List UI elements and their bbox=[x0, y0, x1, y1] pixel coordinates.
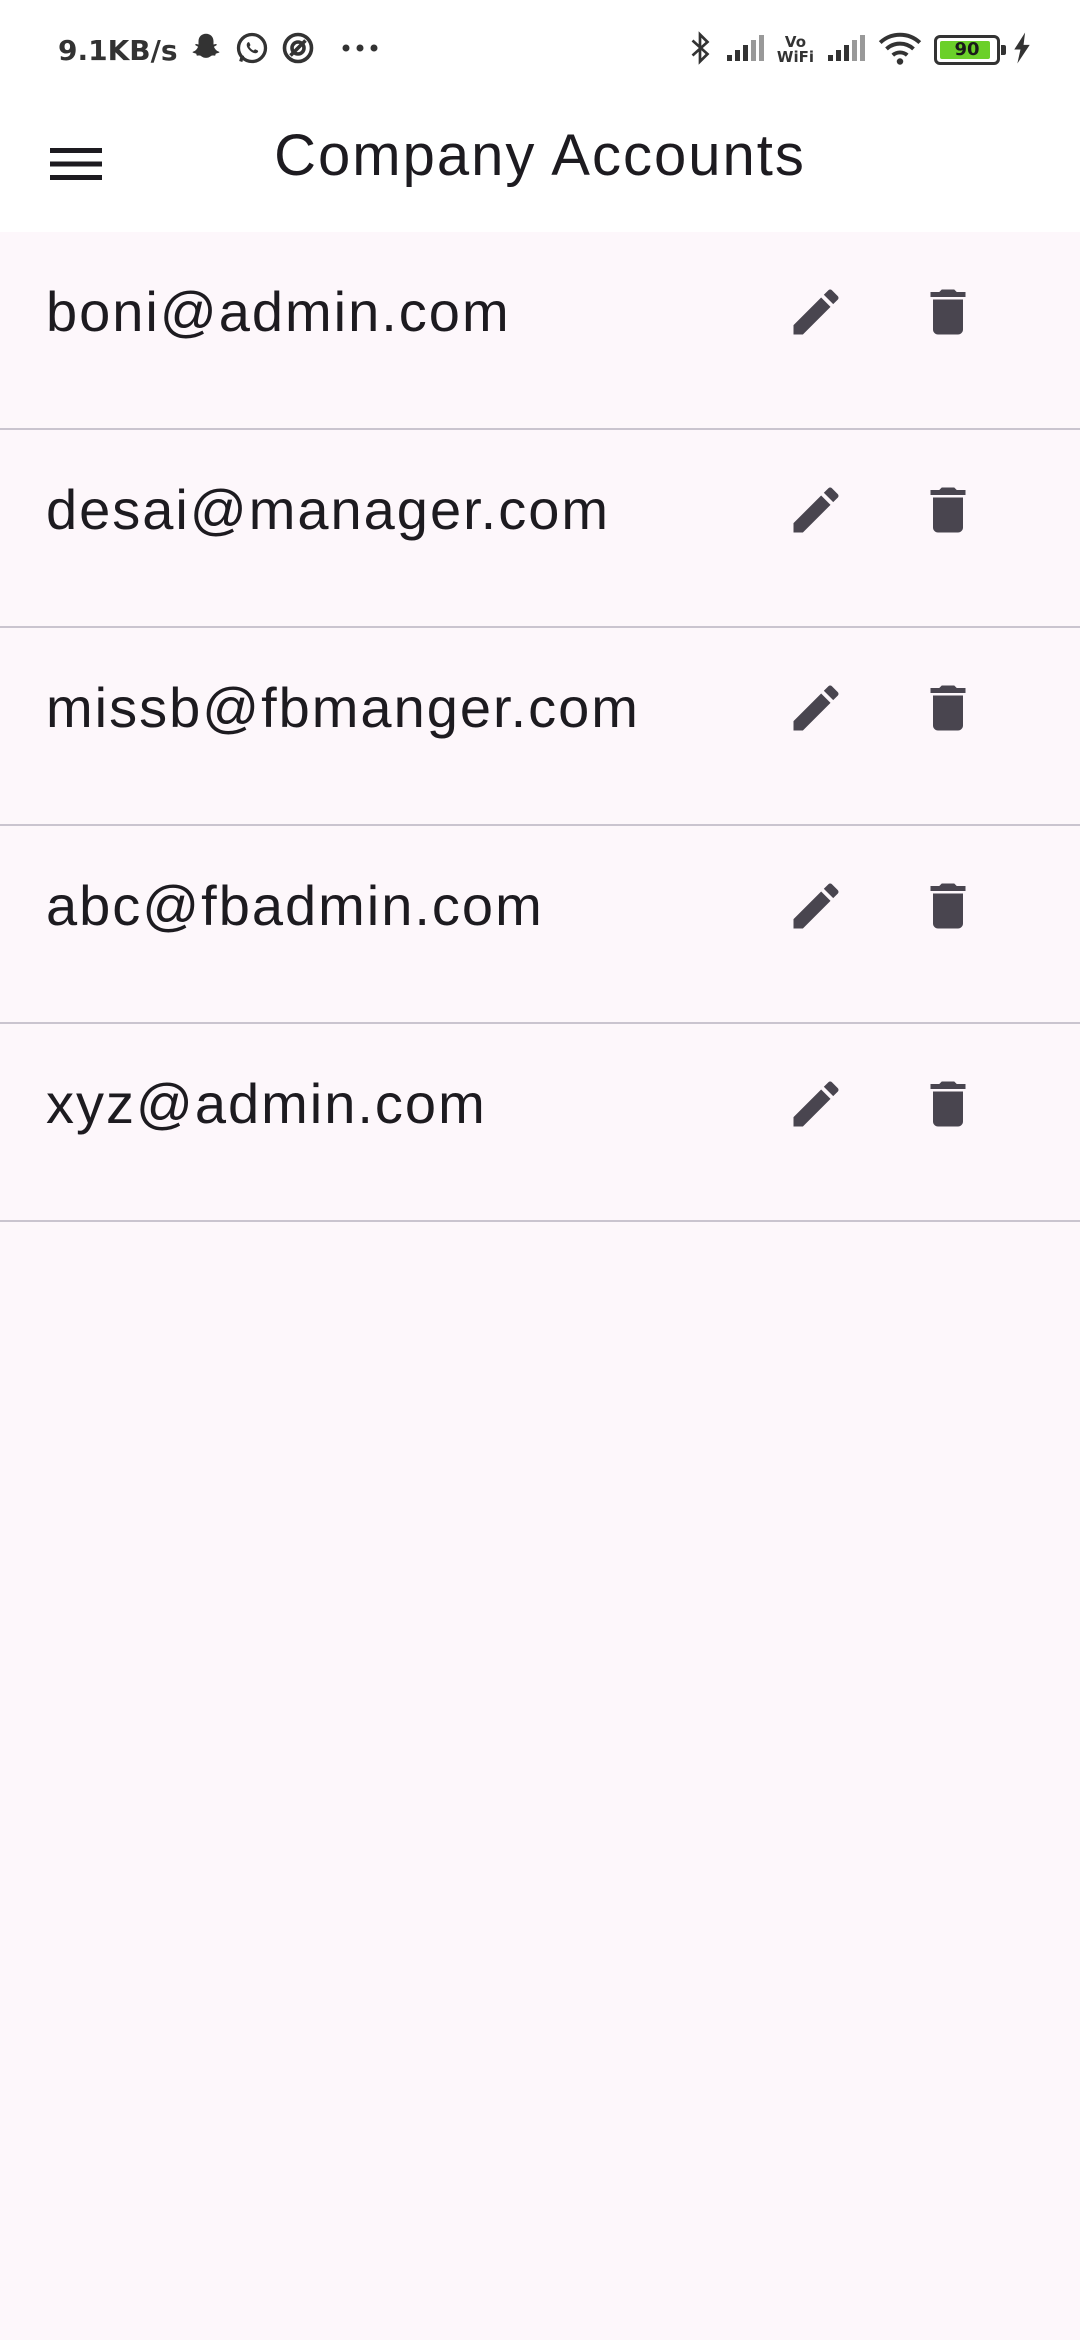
status-bar: 9.1KB/s Vo WiFi 90 bbox=[0, 0, 1080, 100]
status-right: Vo WiFi 90 bbox=[687, 26, 1032, 74]
battery-level-text: 90 bbox=[954, 39, 980, 60]
delete-trash-icon bbox=[930, 685, 966, 731]
edit-button[interactable] bbox=[776, 470, 856, 550]
delete-trash-icon bbox=[930, 1081, 966, 1127]
battery-tip bbox=[1001, 45, 1006, 55]
list-item: boni@admin.com bbox=[0, 232, 1080, 430]
battery-icon: 90 bbox=[934, 35, 1006, 65]
account-list: boni@admin.com desai@manager.com missb@f… bbox=[0, 232, 1080, 1222]
delete-trash-icon bbox=[930, 883, 966, 929]
delete-button[interactable] bbox=[908, 272, 988, 352]
menu-icon bbox=[50, 146, 102, 187]
status-left: 9.1KB/s bbox=[58, 28, 380, 72]
signal-icon bbox=[725, 33, 765, 68]
account-email: boni@admin.com bbox=[46, 280, 511, 343]
app-notification-icon bbox=[280, 30, 316, 71]
account-email: xyz@admin.com bbox=[46, 1072, 487, 1135]
vowifi-icon: Vo WiFi bbox=[777, 35, 814, 65]
wifi-icon bbox=[878, 30, 922, 71]
delete-button[interactable] bbox=[908, 668, 988, 748]
account-email: missb@fbmanger.com bbox=[46, 676, 640, 739]
list-item: abc@fbadmin.com bbox=[0, 826, 1080, 1024]
page-title: Company Accounts bbox=[274, 123, 806, 188]
menu-button[interactable] bbox=[30, 134, 122, 198]
network-speed: 9.1KB/s bbox=[58, 33, 178, 67]
delete-button[interactable] bbox=[908, 470, 988, 550]
edit-button[interactable] bbox=[776, 272, 856, 352]
edit-pencil-icon bbox=[793, 685, 839, 731]
edit-button[interactable] bbox=[776, 866, 856, 946]
snapchat-icon bbox=[188, 30, 224, 71]
delete-trash-icon bbox=[930, 289, 966, 335]
edit-pencil-icon bbox=[793, 1081, 839, 1127]
edit-pencil-icon bbox=[793, 289, 839, 335]
account-email: desai@manager.com bbox=[46, 478, 611, 541]
list-item: missb@fbmanger.com bbox=[0, 628, 1080, 826]
whatsapp-icon bbox=[234, 30, 270, 71]
list-item: xyz@admin.com bbox=[0, 1024, 1080, 1222]
bluetooth-icon bbox=[687, 30, 713, 71]
edit-pencil-icon bbox=[793, 487, 839, 533]
delete-button[interactable] bbox=[908, 866, 988, 946]
charging-icon bbox=[1012, 31, 1032, 70]
edit-pencil-icon bbox=[793, 883, 839, 929]
vowifi-bottom-text: WiFi bbox=[776, 48, 814, 66]
signal-icon bbox=[826, 33, 866, 68]
edit-button[interactable] bbox=[776, 668, 856, 748]
more-dots-icon bbox=[340, 41, 380, 59]
delete-trash-icon bbox=[930, 487, 966, 533]
edit-button[interactable] bbox=[776, 1064, 856, 1144]
list-item: desai@manager.com bbox=[0, 430, 1080, 628]
account-email: abc@fbadmin.com bbox=[46, 874, 544, 937]
app-bar: Company Accounts bbox=[0, 100, 1080, 232]
delete-button[interactable] bbox=[908, 1064, 988, 1144]
